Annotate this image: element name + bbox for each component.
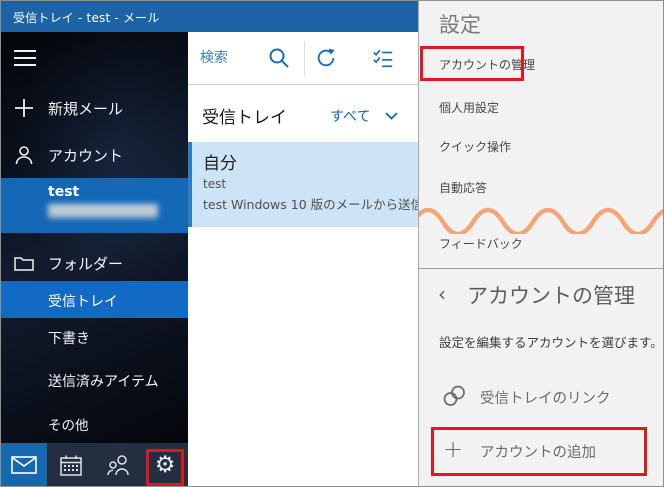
add-account-label: アカウントの追加 (480, 441, 596, 462)
accounts-label: アカウント (48, 145, 123, 166)
sidebar-folder-inbox[interactable]: 受信トレイ (1, 281, 188, 318)
filter-dropdown[interactable]: すべて (330, 106, 399, 126)
back-chevron-icon[interactable]: ‹ (438, 282, 446, 306)
person-icon (13, 144, 35, 166)
account-name: test (48, 184, 79, 200)
sidebar-account-test[interactable]: test (1, 178, 188, 233)
folders-label: フォルダー (48, 253, 123, 274)
plus-icon: + (443, 433, 463, 465)
window-title: 受信トレイ - test - メール (13, 9, 160, 26)
calendar-icon (60, 455, 82, 476)
settings-panel: 設定 アカウントの管理 個人用設定 クイック操作 自動応答 フィードバック ‹ … (418, 1, 664, 487)
nav-calendar-button[interactable] (48, 443, 94, 487)
list-header: 受信トレイ すべて (188, 86, 418, 142)
sync-icon[interactable] (315, 47, 337, 69)
email-list-item[interactable]: 自分 test test Windows 10 版のメールから送信 (188, 142, 418, 227)
selection-mode-icon[interactable] (372, 47, 394, 69)
bottom-nav-bar: ⚙ (1, 443, 188, 487)
settings-item-manage-accounts[interactable]: アカウントの管理 (439, 56, 535, 73)
hamburger-menu-icon[interactable] (14, 50, 36, 66)
link-inboxes-button[interactable]: 受信トレイのリンク (419, 379, 664, 413)
nav-people-button[interactable] (95, 443, 141, 487)
titlebar: 受信トレイ - test - メール (1, 1, 418, 32)
nav-settings-button[interactable]: ⚙ (142, 443, 188, 487)
settings-item-feedback[interactable]: フィードバック (439, 235, 523, 252)
message-list-toolbar (188, 32, 418, 85)
settings-section-divider (419, 268, 664, 269)
gear-icon: ⚙ (155, 454, 176, 477)
search-input[interactable] (200, 46, 264, 70)
search-icon[interactable] (268, 47, 290, 69)
sidebar-folder-drafts[interactable]: 下書き (48, 328, 90, 348)
folder-icon (13, 252, 35, 274)
chevron-down-icon (384, 110, 399, 121)
filter-label: すべて (330, 109, 370, 125)
link-inboxes-label: 受信トレイのリンク (480, 387, 611, 408)
email-selection-accent (188, 142, 192, 227)
email-preview: test Windows 10 版のメールから送信 (203, 194, 423, 213)
folder-inbox-label: 受信トレイ (48, 291, 118, 311)
message-list-pane: 受信トレイ すべて 自分 test test Windows 10 版のメールか… (188, 32, 418, 487)
email-subject: test (203, 177, 226, 191)
settings-title: 設定 (439, 9, 481, 39)
link-icon (441, 383, 467, 409)
sidebar-folder-more[interactable]: その他 (48, 414, 89, 434)
mail-app-window: 受信トレイ - test - メール 新規メール アカウント test (0, 0, 664, 487)
orange-wave-annotation (419, 194, 664, 234)
email-sender: 自分 (203, 149, 237, 174)
plus-icon (13, 97, 35, 119)
mail-icon (11, 456, 37, 474)
add-account-button[interactable]: + アカウントの追加 (419, 433, 664, 467)
inbox-header: 受信トレイ (202, 103, 287, 128)
people-icon (106, 454, 130, 476)
manage-accounts-title: アカウントの管理 (467, 280, 635, 310)
settings-item-quick-actions[interactable]: クイック操作 (439, 138, 511, 155)
toolbar-divider (304, 41, 305, 77)
settings-item-personalization[interactable]: 個人用設定 (439, 99, 499, 116)
nav-mail-button[interactable] (1, 443, 47, 487)
manage-accounts-description: 設定を編集するアカウントを選びます。 (439, 332, 663, 351)
blurred-email-address (48, 204, 158, 218)
sidebar-folder-sent[interactable]: 送信済みアイテム (48, 371, 159, 391)
new-mail-label: 新規メール (48, 98, 123, 119)
sidebar: 新規メール アカウント test フォルダー 受信トレイ 下書き 送信済みアイテ… (1, 32, 188, 443)
